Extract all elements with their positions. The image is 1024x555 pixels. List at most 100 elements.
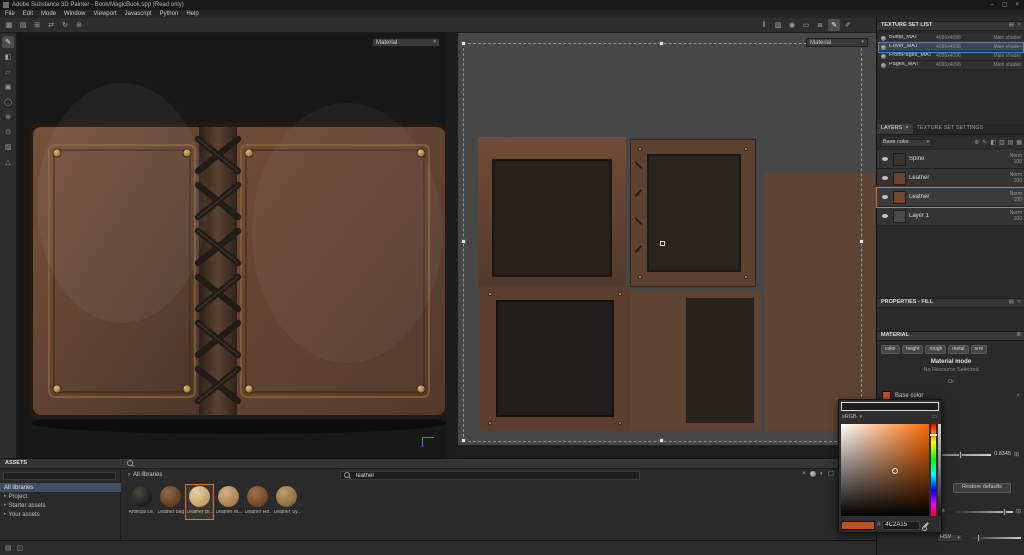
- clear-search-icon[interactable]: ×: [802, 471, 806, 478]
- color-search-input[interactable]: [841, 402, 939, 411]
- layer-visibility-icon[interactable]: [880, 157, 890, 161]
- layer-blend-mode[interactable]: Norm: [995, 173, 1022, 178]
- menu-item-help[interactable]: Help: [186, 11, 198, 17]
- close-icon[interactable]: ×: [1015, 2, 1019, 8]
- dock-icon[interactable]: ▤: [1009, 300, 1014, 306]
- menu-item-edit[interactable]: Edit: [23, 11, 33, 17]
- menu-item-window[interactable]: Window: [64, 11, 85, 17]
- display-settings-icon[interactable]: ▭: [800, 19, 812, 31]
- selection-handle[interactable]: [461, 41, 466, 46]
- layer-row[interactable]: Spine Norm 100: [877, 150, 1024, 169]
- eraser-tool-icon[interactable]: ◧: [2, 51, 14, 63]
- value-slider[interactable]: [938, 424, 941, 516]
- uv-grid-icon[interactable]: ▤: [17, 19, 29, 31]
- assets-search-input[interactable]: [354, 472, 624, 480]
- channel-color-button[interactable]: color: [881, 345, 900, 354]
- menu-item-file[interactable]: File: [5, 11, 15, 17]
- height-slider-row[interactable]: ght ⊞: [937, 509, 1021, 515]
- swap-views-icon[interactable]: ⇄: [45, 19, 57, 31]
- layer-visibility-icon[interactable]: [880, 176, 890, 180]
- toggle-panel-icon[interactable]: ▤: [5, 545, 12, 552]
- viewport-3d[interactable]: Material ▾: [17, 33, 446, 458]
- add-group-icon[interactable]: ▥: [999, 140, 1005, 146]
- clone-tool-icon[interactable]: ⊕: [2, 111, 14, 123]
- add-fill-layer-icon[interactable]: ◧: [990, 140, 996, 146]
- restore-defaults-button[interactable]: Restore defaults: [953, 483, 1011, 493]
- render-settings-icon[interactable]: ⊛: [73, 19, 85, 31]
- eyedropper-icon[interactable]: [922, 521, 930, 529]
- asset-item[interactable]: Leather Ro...: [244, 485, 271, 519]
- selection-handle[interactable]: [859, 239, 864, 244]
- texture-set-row[interactable]: Bump_MAT 4096x4096 Main shader: [879, 34, 1023, 43]
- 2d-shading-dropdown[interactable]: Material ▾: [806, 38, 868, 47]
- channel-rough-button[interactable]: rough: [925, 345, 946, 354]
- asset-item[interactable]: Leather bag: [157, 485, 184, 519]
- menu-item-mode[interactable]: Mode: [41, 11, 56, 17]
- texture-set-row[interactable]: FrontPages_MAT 4096x4096 Main shader: [879, 52, 1023, 61]
- library-item-your-assets[interactable]: ▸ Your assets: [0, 510, 121, 519]
- layer-opacity[interactable]: 100: [995, 198, 1022, 203]
- layer-row-selected[interactable]: Leather Norm 100: [877, 188, 1024, 207]
- smart-masks-filter-icon[interactable]: ▢: [828, 471, 834, 478]
- dock-icon[interactable]: ▤: [1009, 23, 1014, 29]
- smart-materials-filter-icon[interactable]: ◐: [820, 471, 824, 478]
- selection-pivot[interactable]: [660, 241, 665, 246]
- viewport-divider[interactable]: [446, 33, 458, 458]
- layer-row[interactable]: Layer 1 Norm 100: [877, 207, 1024, 226]
- assets-breadcrumb[interactable]: › All libraries: [128, 472, 162, 478]
- hex-input[interactable]: [882, 521, 920, 530]
- library-item-all[interactable]: All libraries: [0, 483, 121, 492]
- channel-metal-button[interactable]: metal: [948, 345, 968, 354]
- close-panel-icon[interactable]: ×: [1018, 300, 1021, 306]
- menu-item-viewport[interactable]: Viewport: [93, 11, 116, 17]
- brush-icon[interactable]: ✎: [828, 19, 840, 31]
- menu-item-javascript[interactable]: Javascript: [125, 11, 152, 17]
- split-view-icon[interactable]: ⊞: [31, 19, 43, 31]
- assets-search-box[interactable]: [340, 471, 640, 480]
- viewport-2d[interactable]: Material ▾: [458, 33, 876, 458]
- asset-item[interactable]: Leather M...: [215, 485, 242, 519]
- hsv-dropdown[interactable]: HSV ▾: [937, 534, 963, 542]
- add-folder-icon[interactable]: ▤: [1008, 140, 1014, 146]
- add-effect-icon[interactable]: ⊕: [974, 140, 979, 146]
- expose-parameter-icon[interactable]: ⊞: [1016, 509, 1021, 515]
- hue-slider[interactable]: [931, 424, 936, 516]
- asset-item[interactable]: Artificial Le...: [128, 485, 155, 519]
- selection-handle[interactable]: [659, 438, 664, 443]
- screen-pick-icon[interactable]: ▭: [931, 414, 937, 420]
- hue-indicator[interactable]: [930, 434, 937, 436]
- polygon-fill-tool-icon[interactable]: ▣: [2, 81, 14, 93]
- texture-set-row-selected[interactable]: Cover_MAT 4096x4096 Main shader: [879, 43, 1023, 52]
- maximize-icon[interactable]: ▢: [1002, 2, 1008, 8]
- close-tab-icon[interactable]: ×: [905, 126, 908, 132]
- layer-blend-mode[interactable]: Norm: [995, 154, 1022, 159]
- selection-handle[interactable]: [461, 438, 466, 443]
- pause-engine-icon[interactable]: ‖: [758, 19, 770, 31]
- viewport-grid-icon[interactable]: ▦: [3, 19, 15, 31]
- geometry-mask-tool-icon[interactable]: ▨: [2, 141, 14, 153]
- layer-blend-mode[interactable]: Norm: [995, 192, 1022, 197]
- close-panel-icon[interactable]: ×: [1018, 23, 1021, 29]
- menu-item-python[interactable]: Python: [160, 11, 179, 17]
- layer-opacity[interactable]: 100: [995, 217, 1022, 222]
- smudge-tool-icon[interactable]: ◯: [2, 96, 14, 108]
- toggle-split-icon[interactable]: ◫: [17, 545, 24, 552]
- projection-tool-icon[interactable]: ▱: [2, 66, 14, 78]
- materials-filter-icon[interactable]: [810, 471, 816, 477]
- tab-texture-set-settings[interactable]: TEXTURE SET SETTINGS: [913, 124, 988, 134]
- 3d-shading-dropdown[interactable]: Material ▾: [372, 38, 440, 47]
- visualization-tool-icon[interactable]: △: [2, 156, 14, 168]
- layer-blend-mode[interactable]: Norm: [995, 211, 1022, 216]
- search-icon[interactable]: [127, 460, 134, 467]
- channel-height-button[interactable]: height: [902, 345, 924, 354]
- layer-visibility-icon[interactable]: [880, 214, 890, 218]
- asset-item-selected[interactable]: Leather Br...: [186, 485, 213, 519]
- selection-handle[interactable]: [461, 239, 466, 244]
- material-section-header[interactable]: MATERIAL ≣: [877, 331, 1024, 341]
- tab-layers[interactable]: LAYERS ×: [877, 124, 913, 134]
- pencil-icon[interactable]: ✐: [842, 19, 854, 31]
- reset-view-icon[interactable]: ↻: [59, 19, 71, 31]
- library-item-project[interactable]: ▸ Project: [0, 492, 121, 501]
- channel-filter-dropdown[interactable]: Base color ▾: [880, 139, 932, 147]
- delete-layer-icon[interactable]: ▦: [1016, 140, 1022, 146]
